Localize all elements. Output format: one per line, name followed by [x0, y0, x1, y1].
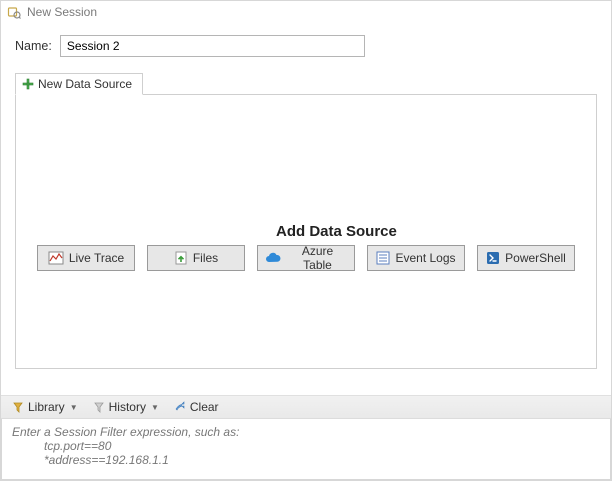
- window: New Session Name: New Data Source Add Da…: [0, 0, 612, 481]
- name-label: Name:: [15, 39, 52, 53]
- window-title: New Session: [27, 5, 97, 19]
- history-label: History: [109, 400, 146, 414]
- data-source-buttons: Live Trace Files: [16, 245, 596, 271]
- tab-new-data-source[interactable]: New Data Source: [15, 73, 143, 95]
- tab-header: New Data Source: [15, 73, 597, 94]
- event-logs-button[interactable]: Event Logs: [367, 245, 465, 271]
- add-data-source-heading: Add Data Source: [276, 223, 397, 240]
- tab-label: New Data Source: [38, 77, 132, 91]
- clear-label: Clear: [190, 400, 219, 414]
- files-icon: [174, 251, 188, 265]
- files-button[interactable]: Files: [147, 245, 245, 271]
- library-dropdown[interactable]: Library ▼: [11, 400, 78, 414]
- live-trace-button[interactable]: Live Trace: [37, 245, 135, 271]
- plus-icon: [22, 78, 34, 90]
- azure-cloud-icon: [264, 251, 282, 265]
- titlebar: New Session: [1, 1, 611, 25]
- history-icon: [92, 400, 106, 414]
- name-input[interactable]: [60, 35, 365, 57]
- filter-input[interactable]: Enter a Session Filter expression, such …: [1, 419, 611, 480]
- chevron-down-icon: ▼: [151, 403, 159, 412]
- live-trace-icon: [48, 251, 64, 265]
- powershell-icon: [486, 251, 500, 265]
- library-icon: [11, 400, 25, 414]
- powershell-button[interactable]: PowerShell: [477, 245, 575, 271]
- new-session-icon: [7, 5, 21, 19]
- powershell-label: PowerShell: [505, 251, 566, 265]
- tab-content: Add Data Source Live Trace: [15, 94, 597, 369]
- filter-placeholder-line1: Enter a Session Filter expression, such …: [12, 425, 600, 439]
- clear-button[interactable]: Clear: [173, 400, 219, 414]
- filter-placeholder-line2: tcp.port==80: [12, 439, 600, 453]
- history-dropdown[interactable]: History ▼: [92, 400, 159, 414]
- tabs-container: New Data Source Add Data Source Live Tra…: [1, 73, 611, 383]
- filter-placeholder-line3: *address==192.168.1.1: [12, 453, 600, 467]
- live-trace-label: Live Trace: [69, 251, 124, 265]
- filter-toolbar: Library ▼ History ▼ Clear: [1, 395, 611, 419]
- clear-icon: [173, 400, 187, 414]
- azure-table-button[interactable]: Azure Table: [257, 245, 355, 271]
- azure-table-label: Azure Table: [287, 244, 348, 272]
- event-logs-label: Event Logs: [395, 251, 455, 265]
- files-label: Files: [193, 251, 218, 265]
- name-row: Name:: [1, 25, 611, 73]
- event-logs-icon: [376, 251, 390, 265]
- library-label: Library: [28, 400, 65, 414]
- chevron-down-icon: ▼: [70, 403, 78, 412]
